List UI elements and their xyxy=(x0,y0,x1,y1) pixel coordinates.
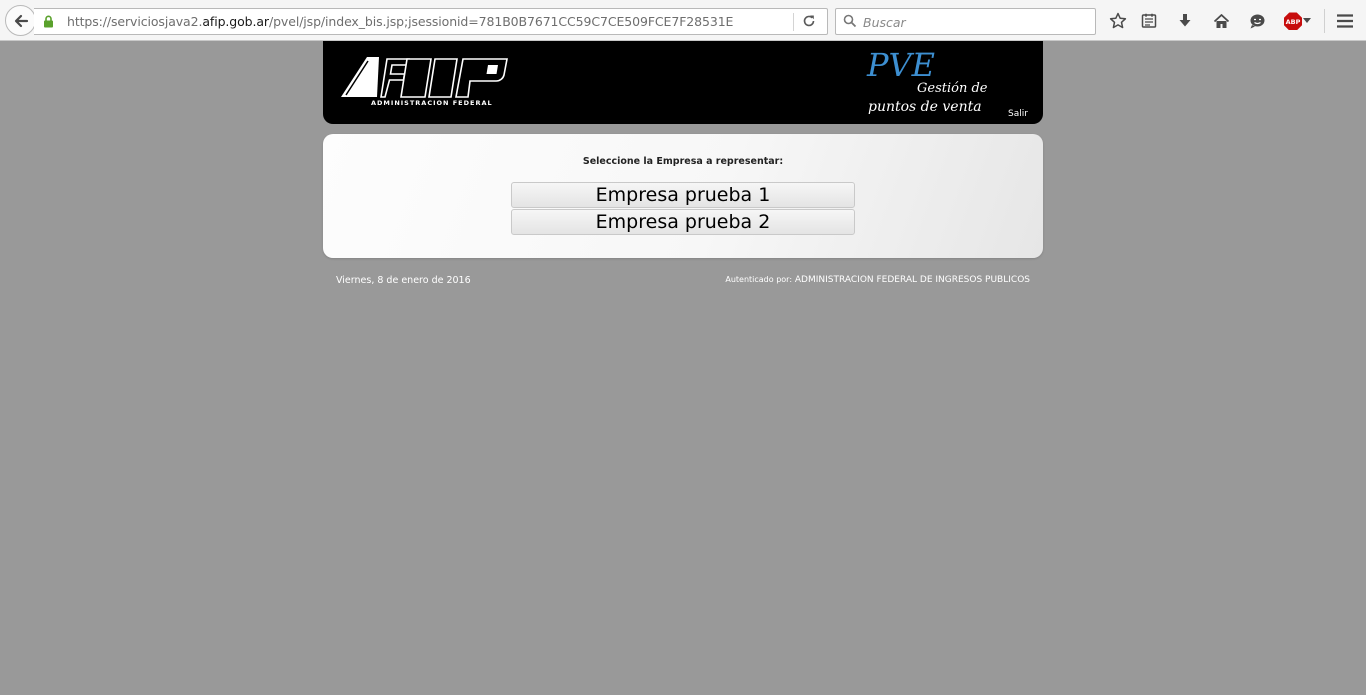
afip-logo xyxy=(341,57,508,98)
url-prefix: https://serviciosjava2. xyxy=(67,14,203,29)
app-subtitle-line2: puntos de venta xyxy=(868,99,982,115)
chevron-down-icon[interactable] xyxy=(1303,18,1311,23)
browser-toolbar: https://serviciosjava2.afip.gob.ar/pvel/… xyxy=(0,0,1366,41)
url-text: https://serviciosjava2.afip.gob.ar/pvel/… xyxy=(67,14,733,29)
company-button-2[interactable]: Empresa prueba 2 xyxy=(511,209,855,235)
url-domain: afip.gob.ar xyxy=(202,14,269,29)
menu-icon[interactable] xyxy=(1335,11,1355,31)
site-header: ADMINISTRACION FEDERAL PVE Gestión de pu… xyxy=(323,41,1043,124)
chat-icon[interactable] xyxy=(1247,11,1267,31)
back-icon xyxy=(14,14,28,27)
adblock-plus-icon[interactable]: ABP xyxy=(1284,12,1302,30)
company-selection-panel: Seleccione la Empresa a representar: Emp… xyxy=(323,134,1043,258)
auth-label: Autenticado por: xyxy=(725,275,793,284)
search-bar[interactable]: Buscar xyxy=(835,8,1096,35)
lock-icon xyxy=(44,15,53,28)
selection-title: Seleccione la Empresa a representar: xyxy=(582,156,784,167)
toolbar-separator xyxy=(1324,9,1325,33)
url-path: /pvel/jsp/index_bis.jsp;jsessionid=781B0… xyxy=(268,14,734,29)
app-name: PVE xyxy=(867,46,935,84)
app-subtitle-line1: Gestión de xyxy=(917,81,988,96)
reading-list-icon[interactable] xyxy=(1139,11,1159,31)
search-icon xyxy=(843,14,857,28)
back-button[interactable] xyxy=(5,5,36,36)
reload-icon[interactable] xyxy=(802,14,816,28)
afip-logo-subtitle: ADMINISTRACION FEDERAL xyxy=(371,99,493,107)
download-icon[interactable] xyxy=(1175,11,1195,31)
auth-info: Autenticado por: ADMINISTRACION FEDERAL … xyxy=(725,275,1030,285)
bookmark-star-icon[interactable] xyxy=(1108,11,1128,31)
logout-link[interactable]: Salir xyxy=(1008,109,1028,119)
auth-entity: ADMINISTRACION FEDERAL DE INGRESOS PUBLI… xyxy=(794,275,1030,285)
home-icon[interactable] xyxy=(1211,11,1231,31)
url-bar[interactable]: https://serviciosjava2.afip.gob.ar/pvel/… xyxy=(34,8,828,35)
search-placeholder: Buscar xyxy=(863,15,906,30)
adblock-label: ABP xyxy=(1286,18,1301,26)
current-date: Viernes, 8 de enero de 2016 xyxy=(336,275,471,286)
company-button-1[interactable]: Empresa prueba 1 xyxy=(511,182,855,208)
url-separator xyxy=(793,13,794,31)
